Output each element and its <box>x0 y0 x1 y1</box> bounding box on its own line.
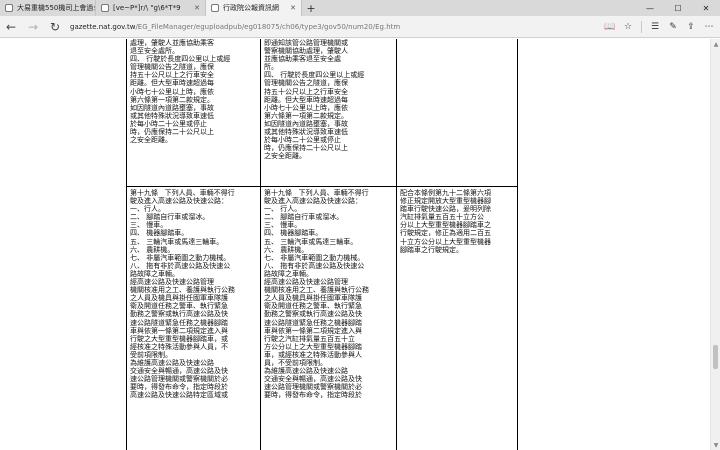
toolbar-divider <box>641 20 642 33</box>
forward-arrow-icon[interactable]: → <box>22 16 44 38</box>
toolbar-tools: 📖 ☆ ☰ ✎ ⇪ ⋯ <box>601 16 720 38</box>
page-favicon-icon <box>101 4 109 12</box>
table-border <box>126 39 127 450</box>
favorite-star-icon[interactable]: ☆ <box>619 16 637 38</box>
scroll-up-arrow-icon[interactable]: ▲ <box>711 39 720 49</box>
page-favicon-icon <box>5 4 13 12</box>
close-tab-icon[interactable]: ✕ <box>284 4 296 12</box>
explanation-text-cell: 配合本條例第九十二條第六項 修正規定開放大型重型機器腳 踏車行駛快速公路，爰明列… <box>400 189 491 254</box>
hub-icon[interactable]: ☰ <box>646 16 664 38</box>
table-border <box>396 39 397 450</box>
web-note-icon[interactable]: ✎ <box>664 16 682 38</box>
current-text-cell: 第十九條 下列人員、車輛不得行 駛及進入高速公路及快速公路： 一、 行人。 二、… <box>264 189 369 400</box>
more-menu-icon[interactable]: ⋯ <box>700 16 718 38</box>
minimize-icon[interactable]: — <box>636 0 664 16</box>
back-arrow-icon[interactable]: ← <box>0 16 22 38</box>
close-window-icon[interactable]: ✕ <box>692 0 720 16</box>
refresh-icon[interactable]: ↻ <box>44 16 66 38</box>
reading-view-icon[interactable]: 📖 <box>601 16 619 38</box>
new-tab-button[interactable]: + <box>302 0 320 16</box>
amended-text-cell: 第十九條 下列人員、車輛不得行 駛及進入高速公路及快速公路： 一、行人。 二、 … <box>130 189 235 400</box>
browser-tab[interactable]: [ve~P*]r/\ "g\6*T*9 ✕ <box>96 0 206 16</box>
tab-title: 行政院公報資訊網 <box>223 4 279 12</box>
tab-title: [ve~P*]r/\ "g\6*T*9 <box>113 4 181 12</box>
scroll-down-arrow-icon[interactable]: ▼ <box>711 440 720 450</box>
gazette-table: 處理，肇駛人並應協助乘客 退至安全處所。 四、 行駛於長度四公里以上或經 管理機… <box>126 39 518 450</box>
address-bar[interactable]: gazette.nat.gov.tw/EG_FileManager/eguplo… <box>70 23 400 31</box>
browser-tab-active[interactable]: 行政院公報資訊網 ✕ <box>206 0 302 16</box>
window-controls: — ☐ ✕ <box>636 0 720 16</box>
browser-tab[interactable]: 大易重機550機司上會過公司 ✕ <box>0 0 96 16</box>
url-path: /EG_FileManager/eguploadpub/eg018075/ch0… <box>135 22 401 31</box>
row-divider <box>126 186 518 187</box>
tab-title: 大易重機550機司上會過公司 <box>17 4 95 12</box>
maximize-icon[interactable]: ☐ <box>664 0 692 16</box>
current-text-cell: 即通知該管公路管理機關或 警察機關協助處理，肇駛人 並應協助乘客退至安全處 所。… <box>264 39 365 161</box>
amended-text-cell: 處理，肇駛人並應協助乘客 退至安全處所。 四、 行駛於長度四公里以上或經 管理機… <box>130 39 231 145</box>
scroll-thumb[interactable] <box>713 345 718 369</box>
page-favicon-icon <box>211 4 219 12</box>
browser-tab-strip: 大易重機550機司上會過公司 ✕ [ve~P*]r/\ "g\6*T*9 ✕ 行… <box>0 0 720 16</box>
page-content: 處理，肇駛人並應協助乘客 退至安全處所。 四、 行駛於長度四公里以上或經 管理機… <box>0 39 710 450</box>
close-tab-icon[interactable]: ✕ <box>188 4 200 12</box>
vertical-scrollbar[interactable]: ▲ ▼ <box>710 39 720 450</box>
table-border <box>260 39 261 450</box>
url-host: gazette.nat.gov.tw <box>70 22 136 31</box>
navigation-bar: ← → ↻ gazette.nat.gov.tw/EG_FileManager/… <box>0 16 720 38</box>
share-icon[interactable]: ⇪ <box>682 16 700 38</box>
